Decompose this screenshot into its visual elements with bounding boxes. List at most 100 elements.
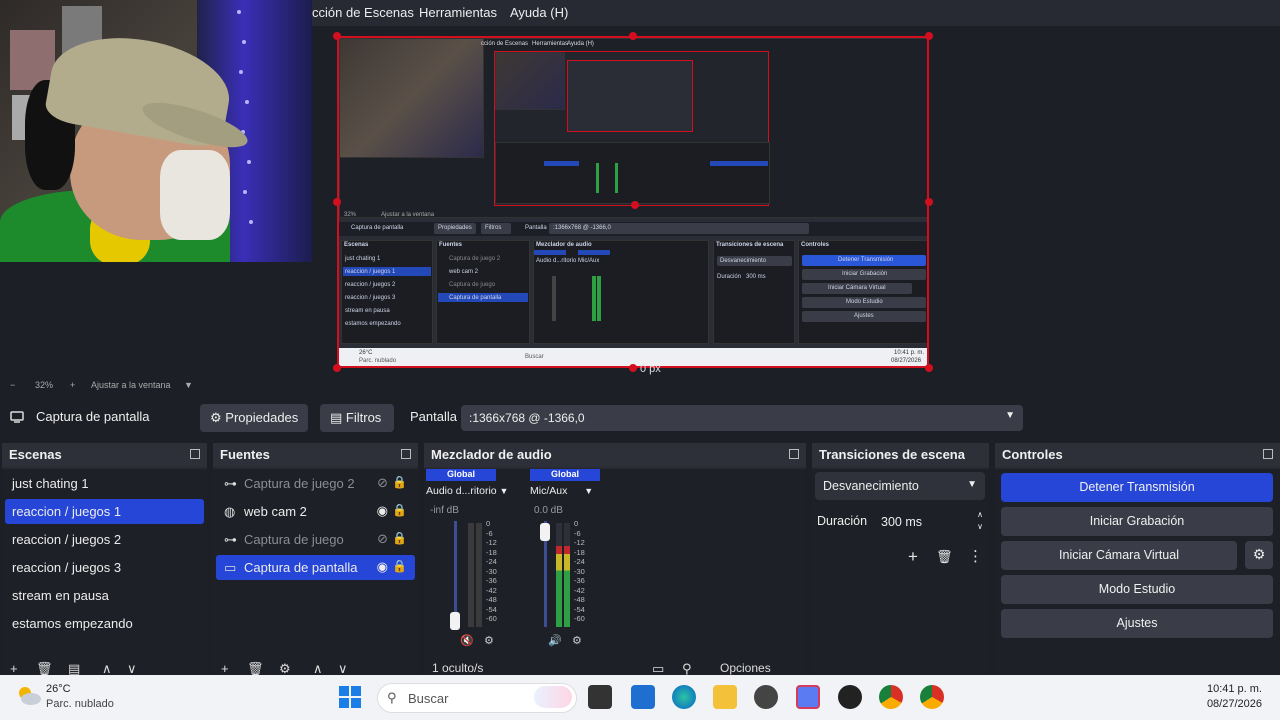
resize-handle-l[interactable] xyxy=(333,198,341,206)
eye-hidden-icon[interactable]: ⊘ xyxy=(377,475,388,491)
nested-source-2: Captura de juego xyxy=(449,282,496,288)
eye-hidden-icon[interactable]: ⊘ xyxy=(377,531,388,547)
fit-dropdown-icon[interactable]: ▼ xyxy=(184,380,193,390)
source-item[interactable]: ◍ web cam 2 ◉ 🔒 xyxy=(216,499,415,524)
gear-icon[interactable]: ⚙ xyxy=(572,634,582,647)
gamepad-icon: ⊶ xyxy=(224,532,237,547)
display-select[interactable]: :1366x768 @ -1366,0 ▼ xyxy=(461,405,1023,431)
lock-icon[interactable]: 🔒 xyxy=(392,475,407,489)
clock-date[interactable]: 08/27/2026 xyxy=(1207,698,1262,710)
menu-scene-collection[interactable]: cción de Escenas xyxy=(312,5,414,20)
scene-item[interactable]: just chating 1 xyxy=(5,471,204,496)
resize-handle-r[interactable] xyxy=(925,198,933,206)
source-label: Captura de juego 2 xyxy=(244,476,355,491)
volume-fader-knob[interactable] xyxy=(540,523,550,541)
properties-button[interactable]: ⚙ Propiedades xyxy=(200,404,308,432)
edge-icon[interactable] xyxy=(672,685,696,709)
dell-icon[interactable] xyxy=(754,685,778,709)
chrome-icon[interactable] xyxy=(879,685,903,709)
duration-spinbox[interactable]: 300 ms ∧ ∨ xyxy=(873,508,987,536)
filters-button[interactable]: ▤ Filtros xyxy=(320,404,394,432)
zoom-out-button[interactable]: − xyxy=(10,380,15,390)
eye-icon[interactable]: ◉ xyxy=(377,503,388,519)
scenes-title: Escenas xyxy=(2,443,207,467)
weather-desc[interactable]: Parc. nublado xyxy=(46,698,114,710)
spin-down-icon[interactable]: ∨ xyxy=(977,522,983,531)
scene-item[interactable]: stream en pausa xyxy=(5,583,204,608)
scene-item-selected[interactable]: reaccion / juegos 1 xyxy=(5,499,204,524)
app-icon[interactable] xyxy=(796,685,820,709)
windows-taskbar: 26°C Parc. nublado ⚲ Buscar 10:41 p. m. … xyxy=(0,675,1280,720)
channel-device[interactable]: Audio d...ritorio ▼ xyxy=(426,485,508,497)
chevron-down-icon: ▼ xyxy=(584,486,594,496)
resize-handle-br[interactable] xyxy=(925,364,933,372)
resize-handle-tr[interactable] xyxy=(925,32,933,40)
taskbar-search[interactable]: ⚲ Buscar xyxy=(377,683,577,713)
start-recording-button[interactable]: Iniciar Grabación xyxy=(1001,507,1273,536)
dock-float-icon[interactable] xyxy=(401,449,411,459)
menu-help[interactable]: Ayuda (H) xyxy=(510,5,568,20)
folder-icon[interactable] xyxy=(713,685,737,709)
clock-time[interactable]: 10:41 p. m. xyxy=(1207,683,1262,695)
nested-source-3: Captura de pantalla xyxy=(449,295,502,301)
speaker-muted-icon[interactable]: 🔇 xyxy=(460,634,474,647)
weather-temp[interactable]: 26°C xyxy=(46,683,71,695)
resize-handle-b[interactable] xyxy=(629,364,637,372)
nested-preview-docks xyxy=(495,142,770,204)
transitions-body: Desvanecimiento ▼ Duración 300 ms ∧ ∨ + … xyxy=(812,469,989,675)
chrome-profile-icon[interactable] xyxy=(920,685,944,709)
source-item-selected[interactable]: ▭ Captura de pantalla ◉ 🔒 xyxy=(216,555,415,580)
transition-select[interactable]: Desvanecimiento ▼ xyxy=(815,472,985,500)
resize-handle-t[interactable] xyxy=(629,32,637,40)
eye-icon[interactable]: ◉ xyxy=(377,559,388,575)
task-view-icon[interactable] xyxy=(588,685,612,709)
settings-button[interactable]: Ajustes xyxy=(1001,609,1273,638)
more-vertical-icon[interactable]: ⋮ xyxy=(968,547,983,565)
add-source-button[interactable]: + xyxy=(221,661,229,676)
lock-icon[interactable]: 🔒 xyxy=(392,531,407,545)
store-icon[interactable] xyxy=(631,685,655,709)
fit-window-button[interactable]: Ajustar a la ventana xyxy=(91,380,171,390)
source-item[interactable]: ⊶ Captura de juego 2 ⊘ 🔒 xyxy=(216,471,415,496)
duration-value: 300 ms xyxy=(881,515,922,529)
dock-float-icon[interactable] xyxy=(190,449,200,459)
zoom-in-button[interactable]: + xyxy=(70,380,75,390)
source-item[interactable]: ⊶ Captura de juego ⊘ 🔒 xyxy=(216,527,415,552)
resize-handle-bl[interactable] xyxy=(333,364,341,372)
mixer-options[interactable]: Opciones xyxy=(720,661,771,675)
gear-icon[interactable]: ⚙ xyxy=(484,634,494,647)
nested-filters-btn: Filtros xyxy=(481,223,511,234)
nested-ctl-rec: Iniciar Grabación xyxy=(802,269,926,280)
nested-ctl-stop-label: Detener Transmisión xyxy=(838,257,894,263)
weather-cloud-icon[interactable] xyxy=(16,684,42,708)
volume-fader-knob[interactable] xyxy=(450,612,460,630)
lock-icon[interactable]: 🔒 xyxy=(392,559,407,573)
start-virtual-cam-button[interactable]: Iniciar Cámara Virtual xyxy=(1001,541,1237,570)
trash-icon[interactable]: 🗑 xyxy=(936,549,953,565)
studio-mode-button[interactable]: Modo Estudio xyxy=(1001,575,1273,604)
nested-preview-scene-sel xyxy=(544,161,579,166)
add-scene-button[interactable]: + xyxy=(10,661,18,676)
scene-item[interactable]: estamos empezando xyxy=(5,611,204,636)
preview-canvas[interactable]: cción de Escenas Herramientas Ayuda (H) … xyxy=(337,36,929,368)
dock-float-icon[interactable] xyxy=(1263,449,1273,459)
stop-stream-button[interactable]: Detener Transmisión xyxy=(1001,473,1273,502)
channel-device[interactable]: Mic/Aux ▼ xyxy=(530,485,593,497)
gamepad-icon: ⊶ xyxy=(224,476,237,491)
gear-icon[interactable]: ⚙ xyxy=(1245,541,1273,569)
obs-icon[interactable] xyxy=(838,685,862,709)
resize-handle-tl[interactable] xyxy=(333,32,341,40)
scene-item[interactable]: reaccion / juegos 2 xyxy=(5,527,204,552)
menu-tools[interactable]: Herramientas xyxy=(419,5,497,20)
nested-preview-webcam xyxy=(495,52,565,110)
dock-float-icon[interactable] xyxy=(789,449,799,459)
nested-ctl-settings: Ajustes xyxy=(802,311,926,322)
add-transition-button[interactable]: + xyxy=(908,547,918,567)
nested-duration: 300 ms xyxy=(746,274,766,280)
windows-start-icon[interactable] xyxy=(339,686,361,708)
speaker-icon[interactable]: 🔊 xyxy=(548,634,562,647)
lock-icon[interactable]: 🔒 xyxy=(392,503,407,517)
nested-ctl-studio-label: Modo Estudio xyxy=(846,299,883,305)
scene-item[interactable]: reaccion / juegos 3 xyxy=(5,555,204,580)
spin-up-icon[interactable]: ∧ xyxy=(977,510,983,519)
